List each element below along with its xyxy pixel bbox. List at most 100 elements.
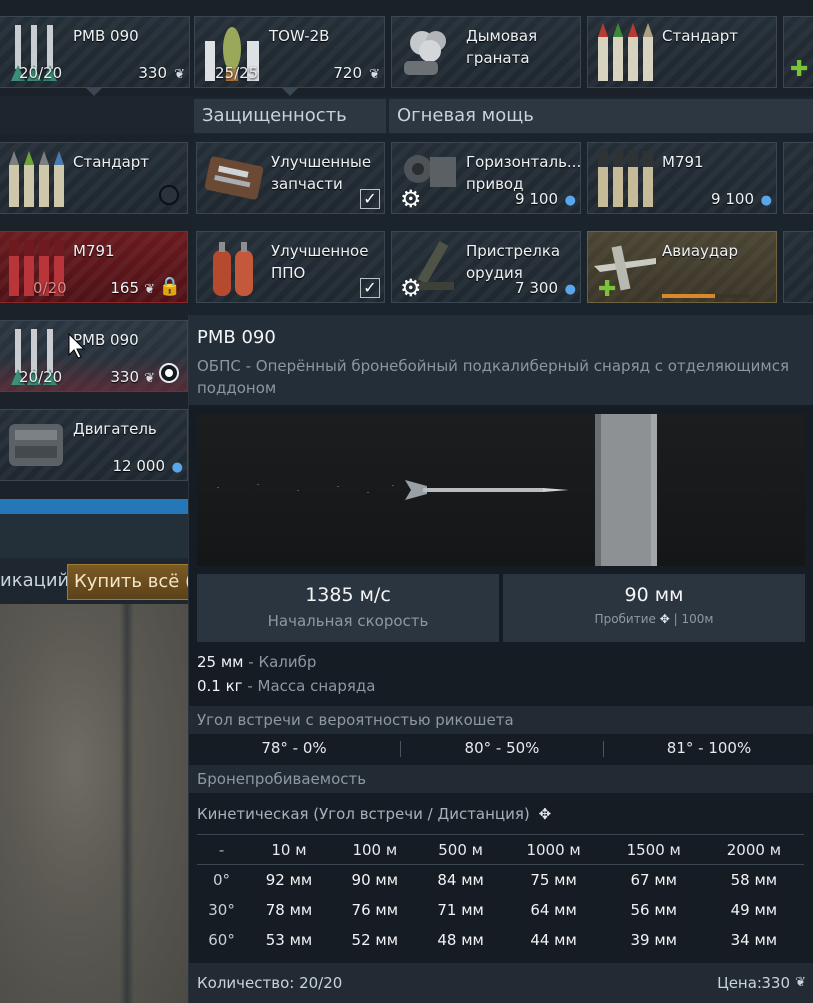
tile-name: Стандарт bbox=[662, 27, 739, 45]
tile-cost: 9 100 bbox=[711, 190, 754, 208]
table-cell: 53 мм bbox=[265, 930, 313, 949]
eagle-icon: ❦ bbox=[174, 67, 185, 82]
velocity-stat: 1385 м/с Начальная скорость bbox=[197, 574, 499, 642]
installed-checkbox[interactable]: ✓ bbox=[360, 278, 380, 298]
table-cell: 64 мм bbox=[530, 900, 577, 919]
tooltip-title: РМВ 090 bbox=[197, 327, 276, 348]
drop-icon: ● bbox=[171, 460, 183, 475]
section-title-firepower: Огневая мощь bbox=[389, 99, 813, 133]
plus-icon: ✚ bbox=[790, 57, 809, 82]
tile-smoke-grenade[interactable]: Дымовая граната bbox=[391, 16, 581, 88]
column-header: 10 м bbox=[246, 834, 332, 865]
table-cell: 34 мм bbox=[730, 930, 778, 949]
tile-engine[interactable]: Двигатель 12 000 ● bbox=[0, 409, 188, 481]
velocity-label: Начальная скорость bbox=[267, 612, 429, 630]
ricochet-value-3: 81° - 100% bbox=[666, 739, 752, 757]
research-progress-fill bbox=[662, 294, 715, 298]
kinetic-label: Кинетическая (Угол встречи / Дистанция) bbox=[197, 805, 530, 823]
eagle-icon: ❦ bbox=[795, 975, 806, 990]
penetration-value: 90 мм bbox=[624, 584, 684, 606]
table-cell: 78 мм bbox=[265, 900, 313, 919]
table-row: 30° 78 мм 76 мм 71 мм 64 мм 56 мм 49 мм bbox=[197, 895, 804, 925]
mortar-icon: ⚙ bbox=[400, 240, 454, 298]
column-header: 500 м bbox=[417, 834, 504, 865]
background-terrain bbox=[0, 604, 188, 1003]
tile-tow2b[interactable]: TOW-2B 25/25 720 ❦ bbox=[194, 16, 385, 88]
column-header: 1500 м bbox=[603, 834, 704, 865]
tile-name: M791 bbox=[73, 242, 115, 260]
table-cell: 60° bbox=[208, 930, 235, 949]
ammo-select-radio[interactable] bbox=[159, 185, 179, 205]
section-title-protection: Защищенность bbox=[194, 99, 386, 133]
bomber-plane-icon: ✚ bbox=[594, 245, 656, 298]
table-cell: 30° bbox=[208, 900, 235, 919]
research-progress-track bbox=[662, 294, 750, 298]
shell-direction-icon: ✥ bbox=[659, 612, 670, 626]
caliber-label: - Калибр bbox=[248, 653, 317, 671]
table-cell: 44 мм bbox=[530, 930, 577, 949]
tile-standard-left[interactable]: Стандарт bbox=[0, 142, 188, 214]
tile-cost: 720 bbox=[333, 64, 362, 82]
tile-name: Стандарт bbox=[73, 153, 150, 171]
tile-partial-top[interactable]: ✚ bbox=[783, 16, 813, 88]
terrain-shadow bbox=[120, 604, 134, 1003]
tile-pmb090-top[interactable]: РМВ 090 20/20 330 ❦ bbox=[0, 16, 190, 88]
tile-improved-aa[interactable]: Улучшенное ППО ✓ bbox=[196, 231, 385, 303]
tile-standard-top[interactable]: Стандарт bbox=[587, 16, 777, 88]
tile-name: Пристрелка орудия bbox=[466, 242, 561, 282]
table-cell: 56 мм bbox=[630, 900, 677, 919]
mass-label: - Масса снаряда bbox=[247, 677, 376, 695]
drop-icon: ● bbox=[760, 193, 772, 208]
tile-cost: 330 bbox=[110, 368, 139, 386]
table-cell: 39 мм bbox=[630, 930, 677, 949]
tile-m791-locked[interactable]: M791 0/20 165 ❦ 🔒 bbox=[0, 231, 188, 303]
table-cell: 48 мм bbox=[437, 930, 484, 949]
svg-text:⚙: ⚙ bbox=[400, 274, 422, 298]
projectile-animation bbox=[217, 414, 657, 566]
ricochet-value-2: 80° - 50% bbox=[464, 739, 540, 757]
ammo-select-radio[interactable] bbox=[159, 363, 179, 383]
svg-text:⚙: ⚙ bbox=[400, 185, 422, 209]
buy-all-button[interactable]: Купить всё ( bbox=[67, 564, 197, 600]
tile-name: РМВ 090 bbox=[73, 27, 139, 45]
ricochet-value-1: 78° - 0% bbox=[261, 739, 327, 757]
tile-cost: 330 bbox=[138, 64, 167, 82]
drop-icon: ● bbox=[564, 282, 576, 297]
penetration-label-row: Пробитие ✥ | 100м bbox=[503, 612, 805, 626]
svg-text:✚: ✚ bbox=[598, 277, 616, 298]
table-cell: 75 мм bbox=[530, 870, 577, 889]
tile-horizontal-drive[interactable]: ⚙ Горизонталь... привод 9 100 ● bbox=[391, 142, 581, 214]
eagle-icon: ❦ bbox=[144, 282, 155, 297]
engine-icon bbox=[9, 424, 63, 466]
table-row: 60° 53 мм 52 мм 48 мм 44 мм 39 мм 34 мм bbox=[197, 925, 804, 955]
tile-name: M791 bbox=[662, 153, 704, 171]
installed-checkbox[interactable]: ✓ bbox=[360, 189, 380, 209]
eagle-icon: ❦ bbox=[369, 67, 380, 82]
tile-gun-zeroing[interactable]: ⚙ Пристрелка орудия 7 300 ● bbox=[391, 231, 581, 303]
table-cell: 71 мм bbox=[437, 900, 484, 919]
tile-name: TOW-2B bbox=[269, 27, 330, 45]
tile-improved-parts[interactable]: Улучшенные запчасти ✓ bbox=[196, 142, 385, 214]
tile-name: Горизонталь... привод bbox=[466, 153, 581, 193]
tile-name: Двигатель bbox=[73, 420, 157, 438]
tile-pmb090-selected[interactable]: РМВ 090 20/20 330 ❦ bbox=[0, 320, 188, 392]
mass-value: 0.1 кг bbox=[197, 677, 243, 695]
tile-airstrike[interactable]: ✚ Авиаудар bbox=[587, 231, 777, 303]
table-cell: 0° bbox=[213, 870, 231, 889]
tile-name: Дымовая граната bbox=[466, 27, 538, 67]
ammo-count: 20/20 bbox=[19, 368, 63, 386]
chevron-down-icon bbox=[282, 88, 298, 96]
price-label: Цена: bbox=[717, 974, 762, 992]
projectile-preview bbox=[197, 414, 805, 566]
tile-m791-upgrade[interactable]: M791 9 100 ● bbox=[587, 142, 777, 214]
column-header: 2000 м bbox=[703, 834, 804, 865]
standard-rounds-icon bbox=[9, 151, 64, 207]
table-cell: 49 мм bbox=[730, 900, 778, 919]
tile-partial-row3[interactable] bbox=[783, 231, 813, 303]
table-cell: 90 мм bbox=[351, 870, 399, 889]
tile-partial-row2[interactable] bbox=[783, 142, 813, 214]
quantity-text: Количество: 20/20 bbox=[197, 974, 343, 992]
ricochet-title: Угол встречи с вероятностью рикошета bbox=[189, 706, 813, 734]
column-header: - bbox=[197, 834, 247, 865]
table-cell: 67 мм bbox=[630, 870, 677, 889]
